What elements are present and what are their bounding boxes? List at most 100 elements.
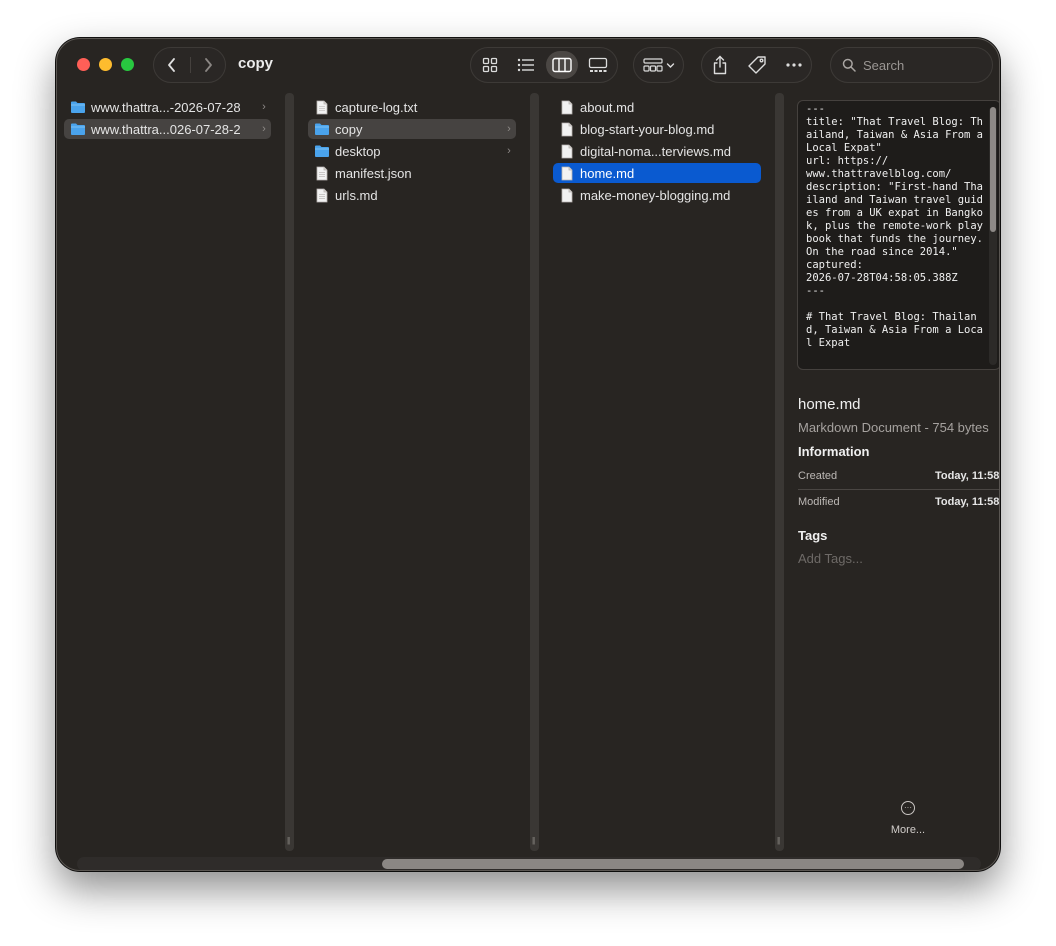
chevron-left-icon xyxy=(168,58,175,72)
column-resize-handle[interactable]: || xyxy=(530,93,539,851)
document-icon xyxy=(314,187,330,203)
list-item-label: make-money-blogging.md xyxy=(580,187,731,203)
share-button[interactable] xyxy=(705,51,735,79)
column-3: about.md blog-start-your-blog.md digital… xyxy=(539,91,775,851)
list-item-selected[interactable]: www.thattra...026-07-28-2 › xyxy=(64,119,271,139)
columns-icon xyxy=(552,57,572,73)
modified-value: Today, 11:58 xyxy=(935,496,1000,508)
list-item-label: www.thattra...-2026-07-28 xyxy=(91,99,241,115)
navigation-group xyxy=(153,47,226,83)
document-icon xyxy=(559,143,575,159)
window-title: copy xyxy=(238,55,274,72)
column-view-button[interactable] xyxy=(546,51,578,79)
list-item[interactable]: make-money-blogging.md xyxy=(553,185,761,205)
folder-icon xyxy=(314,121,330,137)
list-icon xyxy=(517,58,534,72)
list-item-selected[interactable]: home.md xyxy=(553,163,761,183)
list-item[interactable]: www.thattra...-2026-07-28 › xyxy=(64,97,271,117)
search-icon xyxy=(842,58,856,72)
list-item-label: home.md xyxy=(580,165,635,181)
tag-icon xyxy=(748,56,766,74)
column-resize-handle[interactable]: || xyxy=(285,93,294,851)
preview-text: --- title: "That Travel Blog: Thailand, … xyxy=(806,103,984,349)
more-button[interactable]: ··· More... xyxy=(883,801,933,836)
list-item-label: capture-log.txt xyxy=(335,99,418,115)
created-label: Created xyxy=(798,470,838,482)
document-icon xyxy=(314,165,330,181)
chevron-right-icon: › xyxy=(262,123,266,135)
tags-heading: Tags xyxy=(798,528,828,543)
document-icon xyxy=(559,99,575,115)
document-icon xyxy=(559,187,575,203)
column-resize-handle[interactable]: || xyxy=(775,93,784,851)
horizontal-scrollbar[interactable] xyxy=(77,857,981,870)
ellipsis-icon xyxy=(786,63,802,67)
grid-icon xyxy=(482,57,498,73)
list-item[interactable]: digital-noma...terviews.md xyxy=(553,141,761,161)
list-item-label: about.md xyxy=(580,99,635,115)
search-input[interactable] xyxy=(863,56,983,74)
finder-window: copy Search www.thattra...-2026-07-28 › … xyxy=(56,38,1000,871)
list-item-label: blog-start-your-blog.md xyxy=(580,121,715,137)
grip-icon: || xyxy=(532,836,535,845)
chevron-right-icon: › xyxy=(507,123,511,135)
folder-icon xyxy=(70,99,86,115)
tags-button[interactable] xyxy=(742,51,772,79)
chevron-down-icon xyxy=(666,62,674,68)
group-by-button[interactable] xyxy=(633,47,684,83)
list-item-label: www.thattra...026-07-28-2 xyxy=(91,121,241,137)
toolbar: copy xyxy=(57,39,999,91)
icon-view-button[interactable] xyxy=(474,51,506,79)
add-tags-field[interactable]: Add Tags... xyxy=(798,551,863,566)
minimize-window-button[interactable] xyxy=(99,58,112,71)
preview-scrollbar[interactable] xyxy=(989,107,997,365)
list-item[interactable]: manifest.json xyxy=(308,163,516,183)
list-item[interactable]: blog-start-your-blog.md xyxy=(553,119,761,139)
folder-icon xyxy=(314,143,330,159)
list-item-label: copy xyxy=(335,121,363,137)
action-group xyxy=(701,47,812,83)
more-actions-button[interactable] xyxy=(779,51,809,79)
list-item-selected[interactable]: copy › xyxy=(308,119,516,139)
gallery-view-button[interactable] xyxy=(582,51,614,79)
group-icon xyxy=(642,58,663,72)
forward-button[interactable] xyxy=(190,48,226,82)
list-item-label: desktop xyxy=(335,143,381,159)
list-item[interactable]: about.md xyxy=(553,97,761,117)
column-2: capture-log.txt copy › desktop › manifes… xyxy=(294,91,530,851)
list-view-button[interactable] xyxy=(510,51,542,79)
list-item-label: manifest.json xyxy=(335,165,412,181)
folder-icon xyxy=(70,121,86,137)
file-preview[interactable]: --- title: "That Travel Blog: Thailand, … xyxy=(797,100,999,370)
more-circle-icon: ··· xyxy=(901,801,915,815)
list-item[interactable]: urls.md xyxy=(308,185,516,205)
grip-icon: || xyxy=(777,836,780,845)
grip-icon: || xyxy=(287,836,290,845)
document-icon xyxy=(559,165,575,181)
chevron-right-icon: › xyxy=(507,145,511,157)
column-1: www.thattra...-2026-07-28 › www.thattra.… xyxy=(57,91,283,851)
list-item[interactable]: capture-log.txt xyxy=(308,97,516,117)
list-item[interactable]: desktop › xyxy=(308,141,516,161)
modified-label: Modified xyxy=(798,496,840,508)
back-button[interactable] xyxy=(154,48,190,82)
share-icon xyxy=(713,55,727,75)
preview-scroll-thumb[interactable] xyxy=(990,107,996,232)
file-name: home.md xyxy=(798,396,861,413)
list-item-label: digital-noma...terviews.md xyxy=(580,143,731,159)
close-window-button[interactable] xyxy=(77,58,90,71)
horizontal-scroll-thumb[interactable] xyxy=(382,859,964,869)
document-icon xyxy=(559,121,575,137)
info-divider xyxy=(798,489,999,490)
document-icon xyxy=(314,99,330,115)
chevron-right-icon xyxy=(205,58,212,72)
view-mode-group xyxy=(470,47,618,83)
search-field[interactable] xyxy=(830,47,993,83)
chevron-right-icon: › xyxy=(262,101,266,113)
list-item-label: urls.md xyxy=(335,187,378,203)
created-value: Today, 11:58 xyxy=(935,470,1000,482)
information-heading: Information xyxy=(798,444,870,459)
gallery-icon xyxy=(588,57,608,72)
zoom-window-button[interactable] xyxy=(121,58,134,71)
more-label: More... xyxy=(890,824,926,836)
